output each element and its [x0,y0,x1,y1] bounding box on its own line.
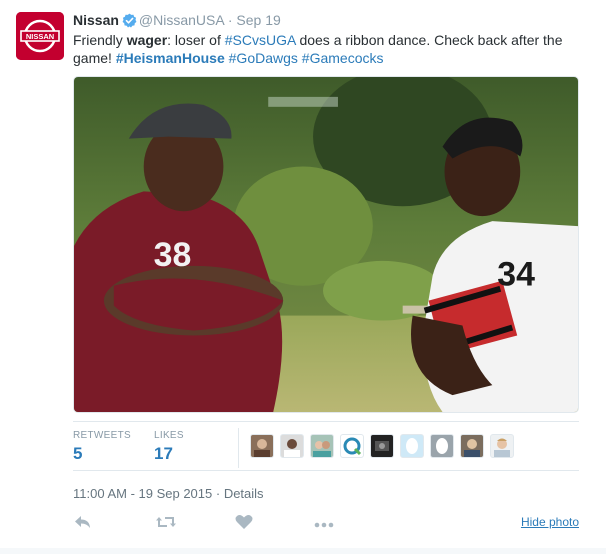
liker-avatar[interactable] [430,434,454,458]
retweets-count: 5 [73,444,83,463]
hashtag-godawgs[interactable]: #GoDawgs [229,50,298,66]
liker-avatar[interactable] [250,434,274,458]
liker-avatar[interactable] [460,434,484,458]
jersey-number-left: 38 [154,236,192,274]
avatar[interactable]: NISSAN [16,12,64,60]
liker-avatar[interactable] [340,434,364,458]
avatar-logo-text: NISSAN [26,32,54,41]
likes-count: 17 [154,444,173,463]
retweet-icon [155,514,177,535]
likes-stat[interactable]: LIKES 17 [154,430,184,464]
liker-avatar[interactable] [280,434,304,458]
reply-button[interactable] [69,512,97,536]
divider-bottom [73,470,579,471]
more-button[interactable] [310,512,338,536]
author-name[interactable]: Nissan [73,12,119,28]
timestamp-sep: · [212,486,224,501]
header-dot: · [223,12,237,28]
divider-top [73,421,579,422]
timestamp-time[interactable]: 11:00 AM - 19 Sep 2015 [73,486,212,501]
details-link[interactable]: Details [224,486,264,501]
retweets-stat[interactable]: RETWEETS 5 [73,430,131,464]
reply-icon [74,514,92,535]
text-part: : loser of [167,32,225,48]
tweet-header: Nissan @NissanUSA · Sep 19 [73,11,281,32]
text-bold-word: wager [126,32,168,48]
heart-icon [235,514,253,535]
retweets-label: RETWEETS [73,430,131,441]
liker-avatar[interactable] [310,434,334,458]
liker-avatar[interactable] [370,434,394,458]
like-button[interactable] [230,512,258,536]
tweet-photo[interactable]: 38 34 [73,76,579,413]
likes-label: LIKES [154,430,184,441]
author-handle[interactable]: @NissanUSA [139,12,224,28]
tweet-text: Friendly wager: loser of #SCvsUGA does a… [73,31,583,67]
hashtag-gamecocks[interactable]: #Gamecocks [302,50,384,66]
stats-separator [238,428,239,468]
tweet-actions: Hide photo [73,512,579,536]
more-icon [314,515,334,533]
tweet-date[interactable]: Sep 19 [236,12,280,28]
liker-avatar[interactable] [490,434,514,458]
bottom-border [0,548,606,554]
jersey-number-right: 34 [497,256,535,294]
retweet-button[interactable] [152,512,180,536]
liker-avatar[interactable] [400,434,424,458]
hashtag-scvsuga[interactable]: #SCvsUGA [225,32,296,48]
verified-badge-icon [122,13,137,32]
hashtag-heismanhouse[interactable]: #HeismanHouse [116,50,225,66]
tweet-timestamp: 11:00 AM - 19 Sep 2015 · Details [73,486,264,501]
text-part: Friendly [73,32,127,48]
hide-photo-link[interactable]: Hide photo [521,515,579,529]
tweet: NISSAN Nissan @NissanUSA · Sep 19 Friendl… [0,0,606,554]
